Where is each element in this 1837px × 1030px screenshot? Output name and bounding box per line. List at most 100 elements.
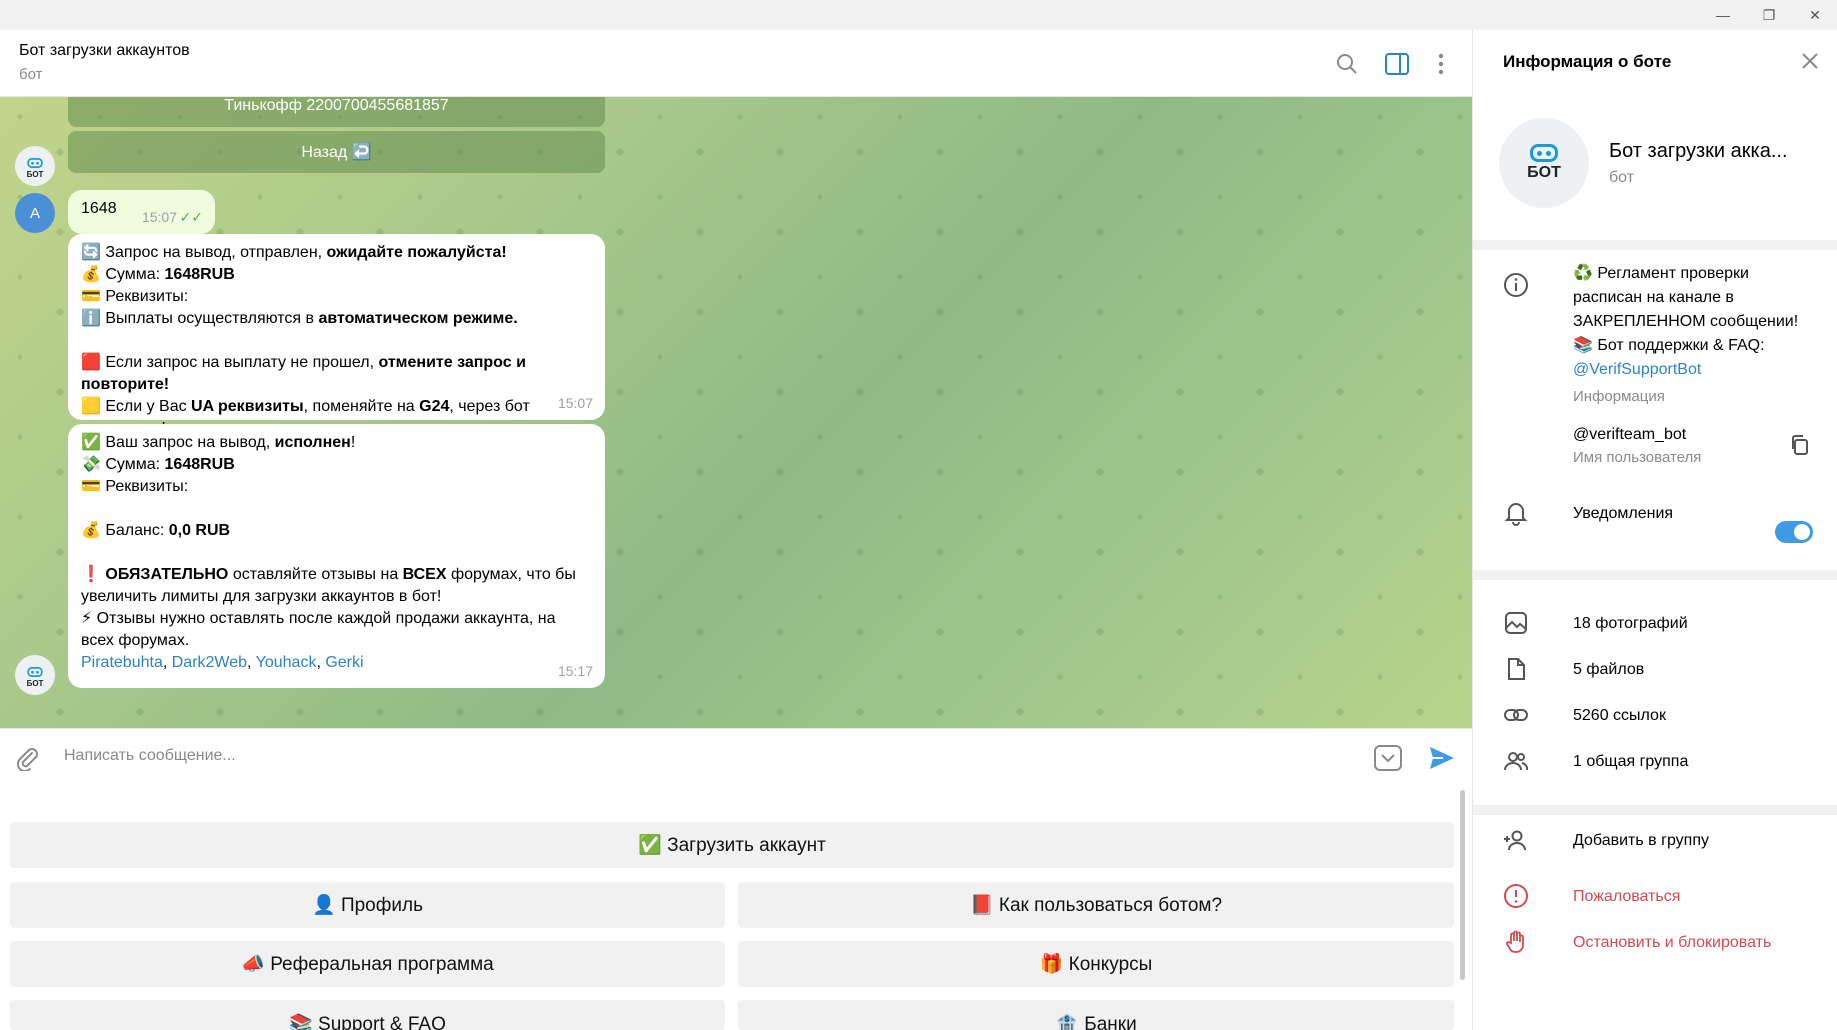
message-bold: UA реквизиты	[191, 398, 304, 415]
minimize-icon: —	[1716, 7, 1730, 23]
send-button[interactable]	[1428, 744, 1456, 777]
message-line: ❗	[81, 566, 106, 583]
message-bubble-outgoing[interactable]: 1648 15:07 ✓✓	[68, 190, 215, 234]
forum-link-piratebuhta[interactable]: Piratebuhta	[81, 654, 163, 671]
inline-button-tinkoff[interactable]: Тинькофф 2200700455681857	[68, 97, 605, 127]
bot-status: бот	[1609, 169, 1635, 186]
message-line: , поменяйте на	[303, 398, 420, 415]
message-line: оставляйте отзывы на	[228, 566, 403, 583]
report-icon	[1504, 884, 1528, 908]
toggle-sidebar-button[interactable]	[1383, 50, 1411, 78]
kb-support-faq[interactable]: 📚 Support & FAQ	[10, 1000, 725, 1030]
message-line: !	[350, 434, 356, 451]
report-button[interactable]: Пожаловаться	[1573, 888, 1680, 906]
minimize-button[interactable]: —	[1700, 0, 1746, 30]
message-line: ⚡ Отзывы нужно оставлять после каждой пр…	[81, 610, 556, 627]
support-bot-link[interactable]: @VerifSupportBot	[1573, 358, 1798, 382]
description-label: Информация	[1573, 388, 1665, 405]
message-text: 1648	[81, 200, 117, 217]
forum-link-gerki[interactable]: Gerki	[325, 654, 363, 671]
message-bubble-withdraw-done[interactable]: ✅ Ваш запрос на вывод, исполнен! 💸 Сумма…	[68, 424, 605, 688]
keyboard-scrollbar[interactable]	[1460, 790, 1465, 980]
message-line: 💰 Сумма:	[81, 266, 165, 283]
info-icon	[1504, 273, 1528, 297]
message-time: 15:07	[557, 395, 593, 411]
chat-header: Бот загрузки аккаунтов бот	[0, 30, 1472, 97]
sidebar-title: Информация о боте	[1503, 52, 1672, 71]
description-line: ♻️ Регламент проверки	[1573, 265, 1749, 282]
bot-avatar[interactable]: БОТ	[15, 655, 55, 695]
message-line: ✅ Ваш запрос на вывод,	[81, 434, 275, 451]
stop-hand-icon	[1506, 930, 1524, 953]
message-list[interactable]: Тинькофф 2200700455681857 Назад ↩️ БОТ А…	[0, 97, 1472, 728]
copy-icon[interactable]	[1789, 434, 1811, 456]
user-avatar-letter: А	[29, 204, 40, 222]
description-line: 📚 Бот поддержки & FAQ:	[1573, 337, 1765, 354]
photo-icon	[1505, 612, 1527, 634]
forum-link-dark2web[interactable]: Dark2Web	[172, 654, 247, 671]
kb-referral[interactable]: 📣 Реферальная программа	[10, 941, 725, 987]
kb-banks[interactable]: 🏦 Банки	[738, 1000, 1454, 1030]
paperclip-icon	[16, 748, 38, 773]
more-menu-button[interactable]	[1427, 50, 1455, 78]
bot-description: ♻️ Регламент проверки расписан на канале…	[1573, 262, 1798, 382]
kb-contests[interactable]: 🎁 Конкурсы	[738, 941, 1454, 987]
message-line: 🔄 Запрос на вывод, отправлен,	[81, 244, 327, 261]
notifications-toggle[interactable]	[1775, 521, 1813, 543]
bot-keyboard-toggle[interactable]	[1374, 745, 1402, 776]
inline-button-back[interactable]: Назад ↩️	[68, 131, 605, 173]
bot-avatar-label: БОТ	[26, 169, 44, 179]
message-composer: Написать сообщение...	[0, 728, 1472, 786]
chat-title[interactable]: Бот загрузки аккаунтов	[19, 42, 190, 60]
search-button[interactable]	[1333, 50, 1361, 78]
section-divider	[1473, 240, 1837, 250]
attach-button[interactable]	[14, 745, 40, 776]
section-divider	[1473, 805, 1837, 815]
link-separator: ,	[316, 654, 326, 671]
message-line: 💳 Реквизиты:	[81, 288, 189, 305]
link-separator: ,	[247, 654, 256, 671]
message-bold: 1648RUB	[164, 266, 235, 283]
message-bubble-withdraw-sent[interactable]: 🔄 Запрос на вывод, отправлен, ожидайте п…	[68, 234, 605, 437]
message-line: 🟥 Если запрос на выплату не прошел,	[81, 354, 379, 371]
username-link[interactable]: @verifteam_bot	[1573, 426, 1686, 444]
user-avatar[interactable]: А	[15, 193, 55, 233]
message-line: 🟨 Если у Вас	[81, 398, 192, 415]
stop-and-block-button[interactable]: Остановить и блокировать	[1573, 934, 1771, 952]
message-line: , через бот	[449, 398, 530, 415]
bot-avatar[interactable]: БОТ	[15, 146, 55, 186]
more-vertical-icon	[1438, 53, 1444, 75]
message-bold: отмените запрос и	[378, 354, 526, 371]
bot-avatar-label: БОТ	[1527, 164, 1561, 181]
forum-link-youhack[interactable]: Youhack	[256, 654, 317, 671]
bot-avatar-label: БОТ	[26, 678, 44, 688]
window-close-button[interactable]: ✕	[1792, 0, 1837, 30]
restore-icon: ❐	[1762, 6, 1776, 23]
message-time: 15:07	[141, 209, 177, 225]
restore-button[interactable]: ❐	[1746, 0, 1792, 30]
kb-how-to-use[interactable]: 📕 Как пользоваться ботом?	[738, 882, 1454, 928]
description-line: ЗАКРЕПЛЕННОМ сообщении!	[1573, 313, 1799, 330]
message-bold: 1648RUB	[164, 456, 235, 473]
media-files[interactable]: 5 файлов	[1573, 661, 1644, 679]
chat-subtitle: бот	[19, 66, 43, 83]
kb-profile[interactable]: 👤 Профиль	[10, 882, 725, 928]
media-photos[interactable]: 18 фотографий	[1573, 615, 1688, 633]
kb-label: 🎁 Конкурсы	[1039, 954, 1153, 975]
common-groups[interactable]: 1 общая группа	[1573, 753, 1688, 771]
sidebar-close-button[interactable]	[1797, 48, 1823, 74]
message-bold: ОБЯЗАТЕЛЬНО	[105, 566, 229, 583]
bot-name: Бот загрузки акка...	[1609, 140, 1788, 162]
bot-face-icon	[27, 157, 43, 168]
group-icon	[1504, 752, 1529, 771]
bot-info-sidebar: Информация о боте БОТ Бот загрузки акка.…	[1472, 30, 1837, 1030]
add-to-group-button[interactable]: Добавить в группу	[1573, 832, 1709, 850]
search-icon	[1337, 54, 1357, 74]
media-links[interactable]: 5260 ссылок	[1573, 707, 1666, 725]
kb-label: 👤 Профиль	[312, 895, 423, 916]
message-input[interactable]: Написать сообщение...	[64, 747, 236, 765]
bot-profile-avatar[interactable]: БОТ	[1499, 118, 1589, 208]
kb-upload-account[interactable]: ✅ Загрузить аккаунт	[10, 822, 1454, 868]
message-bold: автоматическом режиме.	[318, 310, 518, 327]
